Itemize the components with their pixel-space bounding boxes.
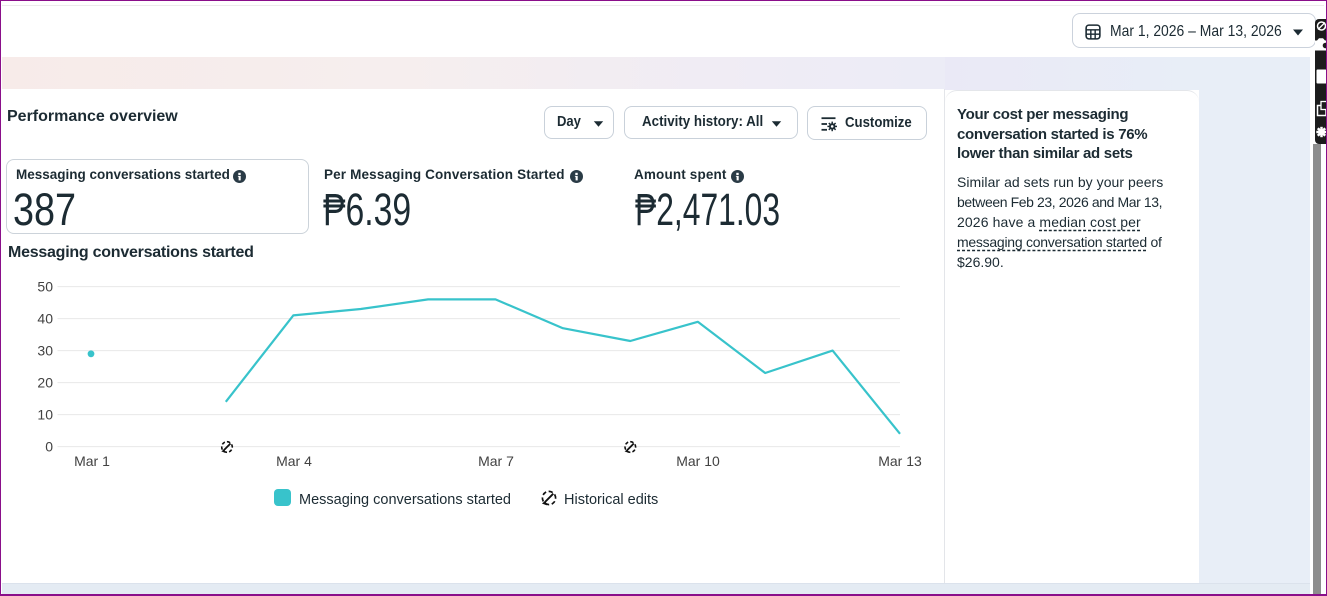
svg-text:20: 20: [37, 375, 53, 391]
svg-text:Mar 10: Mar 10: [676, 453, 720, 469]
svg-text:30: 30: [37, 343, 53, 359]
svg-text:Mar 13: Mar 13: [878, 453, 922, 469]
svg-text:Mar 1: Mar 1: [74, 453, 110, 469]
svg-text:Mar 7: Mar 7: [478, 453, 514, 469]
svg-text:0: 0: [45, 439, 53, 455]
svg-text:Mar 4: Mar 4: [276, 453, 312, 469]
svg-text:50: 50: [37, 279, 53, 295]
svg-text:40: 40: [37, 311, 53, 327]
svg-text:10: 10: [37, 407, 53, 423]
